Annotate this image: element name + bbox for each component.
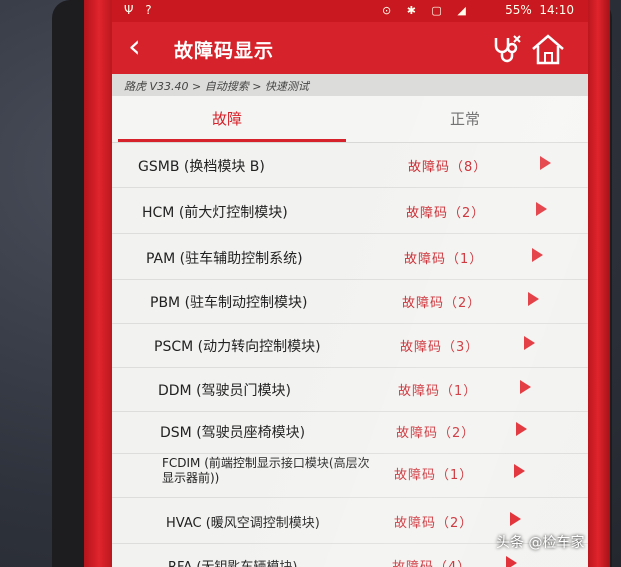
module-name: DSM (驾驶员座椅模块) (160, 425, 306, 441)
device-bezel-right (586, 0, 610, 567)
breadcrumb: 路虎 V33.40 > 自动搜索 > 快速测试 (112, 74, 588, 96)
chevron-right-icon (524, 336, 535, 350)
fault-code-count: 故障码（4） (392, 556, 471, 567)
list-item[interactable]: DDM (驾驶员门模块) 故障码（1） (112, 367, 588, 412)
status-left-icons: Ψ ? (124, 3, 156, 17)
page-title: 故障码显示 (174, 40, 275, 62)
status-bar: Ψ ? ⊙ ✱ ▢ ◢ 55% 14:10 (112, 0, 588, 22)
tab-bar: 故障 正常 (112, 96, 588, 143)
chevron-right-icon (516, 422, 527, 436)
tab-normal[interactable]: 正常 (350, 108, 580, 129)
home-icon[interactable] (530, 32, 566, 66)
fault-code-count: 故障码（3） (400, 340, 480, 355)
chevron-right-icon (540, 156, 551, 170)
stethoscope-icon[interactable] (490, 34, 524, 64)
fault-code-count: 故障码（1） (394, 468, 474, 483)
tab-fault[interactable]: 故障 (112, 108, 342, 129)
module-name: RFA (无钥匙车辆模块) (168, 556, 298, 567)
chevron-right-icon (520, 380, 531, 394)
fault-code-count: 故障码（1） (404, 252, 484, 267)
device-bezel-left (84, 0, 114, 567)
chevron-left-icon[interactable]: ‹ (128, 30, 158, 62)
chevron-right-icon (536, 202, 547, 216)
list-item[interactable]: PSCM (动力转向控制模块) 故障码（3） (112, 323, 588, 368)
fault-code-count: 故障码（8） (408, 160, 488, 175)
battery-level: 55% (505, 3, 532, 17)
active-tab-indicator (118, 139, 346, 142)
title-bar: ‹ 故障码显示 (112, 22, 588, 74)
chevron-right-icon (532, 248, 543, 262)
clock: 14:10 (539, 3, 574, 17)
fault-code-count: 故障码（2） (406, 206, 486, 221)
module-name: PBM (驻车制动控制模块) (150, 295, 308, 311)
module-name: HVAC (暖风空调控制模块) (166, 516, 320, 531)
module-name: HCM (前大灯控制模块) (142, 205, 288, 221)
module-name: PSCM (动力转向控制模块) (154, 339, 321, 355)
chevron-right-icon (528, 292, 539, 306)
module-name: FCDIM (前端控制显示接口模块(高层次显示器前)) (162, 456, 370, 485)
list-item[interactable]: HCM (前大灯控制模块) 故障码（2） (112, 189, 588, 234)
list-item[interactable]: PBM (驻车制动控制模块) 故障码（2） (112, 279, 588, 324)
fault-code-count: 故障码（2） (394, 516, 474, 531)
status-signal-icons: ⊙ ✱ ▢ ◢ (382, 4, 472, 17)
list-item[interactable]: PAM (驻车辅助控制系统) 故障码（1） (112, 235, 588, 280)
list-item[interactable]: GSMB (换档模块 B) 故障码（8） (112, 143, 588, 188)
device-screen: Ψ ? ⊙ ✱ ▢ ◢ 55% 14:10 ‹ 故障码显示 路虎 V33.40 … (112, 0, 588, 567)
chevron-right-icon (510, 512, 521, 526)
list-item[interactable]: FCDIM (前端控制显示接口模块(高层次显示器前)) 故障码（1） (112, 451, 588, 498)
fault-code-count: 故障码（1） (398, 384, 478, 399)
chevron-right-icon (514, 464, 525, 478)
status-right: 55% 14:10 (505, 3, 574, 17)
module-name: DDM (驾驶员门模块) (158, 383, 292, 399)
module-name: GSMB (换档模块 B) (138, 159, 265, 175)
fault-code-count: 故障码（2） (396, 426, 476, 441)
fault-code-count: 故障码（2） (402, 296, 482, 311)
module-name: PAM (驻车辅助控制系统) (146, 251, 303, 267)
watermark: 头条 @检车家 (496, 535, 585, 551)
breadcrumb-text: 路虎 V33.40 > 自动搜索 > 快速测试 (124, 80, 309, 93)
list-item[interactable]: DSM (驾驶员座椅模块) 故障码（2） (112, 409, 588, 454)
